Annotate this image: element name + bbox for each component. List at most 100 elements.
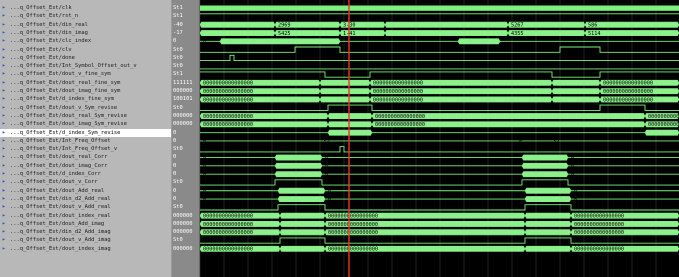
- bus-value-label: 0000000000: [648, 122, 679, 128]
- signal-value: 000000: [173, 220, 193, 227]
- signal-row[interactable]: ▸ ...q_Offset_Est/din_d2_Add_imag: [0, 228, 171, 236]
- bus-value-label: 0000000000000000: [574, 214, 624, 220]
- signal-expand-icon[interactable]: ▸: [2, 88, 7, 94]
- signal-row[interactable]: ▸ ...q_Offset_Est/dout_real_Corr: [0, 153, 171, 161]
- signal-row[interactable]: ▸ ...q_Offset_Est/dout_v_fine_sym: [0, 70, 171, 78]
- bus-value-label: 4355: [511, 31, 524, 37]
- signal-row[interactable]: ▸ ...q_Offset_Est/din_d2_Add_real: [0, 195, 171, 203]
- signal-expand-icon[interactable]: ▸: [2, 112, 7, 118]
- signal-expand-icon[interactable]: ▸: [2, 179, 7, 185]
- bus-value-label: 0000000000000000: [603, 89, 653, 95]
- signal-row[interactable]: ▸ ...q_Offset_Est/dout_index_real: [0, 212, 171, 220]
- bus-value-label: 0: [574, 189, 577, 195]
- signal-expand-icon[interactable]: ▸: [2, 38, 7, 44]
- signal-expand-icon[interactable]: ▸: [2, 129, 7, 135]
- signal-expand-icon[interactable]: ▸: [2, 137, 7, 143]
- signal-row[interactable]: ▸ ...q_Offset_Est/clv: [0, 46, 171, 54]
- signal-row[interactable]: ▸ ...q_Offset_Est/dout_v_Add_real: [0, 203, 171, 211]
- signal-row[interactable]: ▸ ...q_Offset_Est/d_index_Corr: [0, 170, 171, 178]
- signal-expand-icon[interactable]: ▸: [2, 29, 7, 35]
- signal-value: St1: [173, 13, 183, 20]
- signal-expand-icon[interactable]: ▸: [2, 54, 7, 60]
- signal-expand-icon[interactable]: ▸: [2, 13, 7, 19]
- signal-expand-icon[interactable]: ▸: [2, 71, 7, 77]
- signal-value: St0: [173, 104, 183, 111]
- signal-name: ...q_Offset_Est/din_d2_Add_real: [10, 195, 111, 202]
- bus-value-label: 0000000000000000: [328, 222, 378, 228]
- signal-expand-icon[interactable]: ▸: [2, 204, 7, 210]
- bus-value-label: 0: [203, 197, 206, 203]
- waveform-segment: [274, 154, 323, 161]
- waveform-segment: [524, 187, 572, 194]
- signal-expand-icon[interactable]: ▸: [2, 21, 7, 27]
- signal-row[interactable]: ▸ ...q_Offset_Est/d_index_fine_sym: [0, 95, 171, 103]
- signal-expand-icon[interactable]: ▸: [2, 187, 7, 193]
- signal-row[interactable]: ▸ ...q_Offset_Est/dout_Add_real: [0, 187, 171, 195]
- bus-value-label: 0: [519, 139, 522, 145]
- signal-value: St0: [173, 54, 183, 61]
- signal-row[interactable]: ▸ ...q_Offset_Est/dout_v_Sym_revise: [0, 104, 171, 112]
- signal-row[interactable]: ▸ ...q_Offset_Est/dout_v_Corr: [0, 178, 171, 186]
- signal-expand-icon[interactable]: ▸: [2, 96, 7, 102]
- signal-row[interactable]: ▸ ...q_Offset_Est/Int_Freq_Offset_v: [0, 145, 171, 153]
- signal-expand-icon[interactable]: ▸: [2, 237, 7, 243]
- signal-row[interactable]: ▸ ...q_Offset_Est/dout_index_imag: [0, 245, 171, 253]
- signal-expand-icon[interactable]: ▸: [2, 171, 7, 177]
- signal-expand-icon[interactable]: ▸: [2, 46, 7, 52]
- signal-row[interactable]: ▸ ...q_Offset_Est/rst_n: [0, 12, 171, 20]
- signal-name: ...q_Offset_Est/Int_Symbol_Offset_out_v: [10, 63, 137, 70]
- signal-name: ...q_Offset_Est/dout_real_Corr: [10, 154, 108, 161]
- signal-value: 0: [173, 195, 177, 202]
- waveform-segment: [319, 96, 371, 103]
- signal-row[interactable]: ▸ ...q_Offset_Est/dout_real_Sym_revise: [0, 112, 171, 120]
- signal-expand-icon[interactable]: ▸: [2, 245, 7, 251]
- signal-expand-icon[interactable]: ▸: [2, 229, 7, 235]
- signal-expand-icon[interactable]: ▸: [2, 154, 7, 160]
- signal-row[interactable]: ▸ ...q_Offset_Est/dout_real_fine_sym: [0, 79, 171, 87]
- waveform-segment: [551, 96, 601, 103]
- signal-value-pane: St1 St1 -40 -17 0 St0 St0 St0 St1 111111 000000 100…: [172, 0, 200, 277]
- waveform-pane[interactable]: 29693-30526758654251-4143555114000000000…: [200, 0, 679, 277]
- signal-row[interactable]: ▸ ...q_Offset_Est/Int_Freq_Offset: [0, 137, 171, 145]
- signal-expand-icon[interactable]: ▸: [2, 212, 7, 218]
- signal-value: 111111: [173, 79, 193, 86]
- signal-name: ...q_Offset_Est/dout_v_Corr: [10, 179, 98, 186]
- signal-row[interactable]: ▸ ...q_Offset_Est/dout_imag_Sym_revise: [0, 120, 171, 128]
- waveform-segment: [200, 30, 276, 37]
- signal-expand-icon[interactable]: ▸: [2, 146, 7, 152]
- signal-row[interactable]: ▸ ...q_Offset_Est/dout_v_Add_imag: [0, 236, 171, 244]
- signal-name: ...q_Offset_Est/clv: [10, 46, 72, 53]
- waveform-canvas[interactable]: 29693-30526758654251-4143555114000000000…: [200, 0, 679, 277]
- waveform-segment: [219, 38, 341, 45]
- signal-value: -40: [173, 21, 183, 28]
- signal-row[interactable]: ▸ ...q_Offset_Est/din_imag: [0, 29, 171, 37]
- signal-name: ...q_Offset_Est/clc_index: [10, 38, 92, 45]
- signal-row[interactable]: ▸ ...q_Offset_Est/dout_imag_fine_sym: [0, 87, 171, 95]
- signal-row[interactable]: ▸ ...q_Offset_Est/Int_Symbol_Offset_out_v: [0, 62, 171, 70]
- signal-name: ...q_Offset_Est/d_index_Corr: [10, 171, 101, 177]
- signal-row[interactable]: ▸ ...q_Offset_Est/dout_imag_Corr: [0, 162, 171, 170]
- signal-expand-icon[interactable]: ▸: [2, 63, 7, 69]
- signal-expand-icon[interactable]: ▸: [2, 104, 7, 110]
- bus-value-label: 0: [203, 164, 206, 170]
- signal-name: ...q_Offset_Est/clk: [10, 5, 72, 11]
- signal-name: ...q_Offset_Est/dout_real_Sym_revise: [10, 112, 127, 119]
- signal-row[interactable]: ▸ ...q_Offset_Est/dout_Add_imag: [0, 220, 171, 228]
- signal-value: 0: [173, 154, 177, 161]
- signal-row[interactable]: ▸ ...q_Offset_Est/clc_index: [0, 37, 171, 45]
- signal-row[interactable]: ▸ ...q_Offset_Est/done: [0, 54, 171, 62]
- signal-expand-icon[interactable]: ▸: [2, 5, 7, 11]
- signal-expand-icon[interactable]: ▸: [2, 220, 7, 226]
- signal-expand-icon[interactable]: ▸: [2, 121, 7, 127]
- waveform-segment: [524, 196, 572, 202]
- signal-value: 0: [173, 171, 177, 177]
- signal-value: 000000: [173, 112, 193, 119]
- signal-expand-icon[interactable]: ▸: [2, 79, 7, 85]
- signal-expand-icon[interactable]: ▸: [2, 195, 7, 201]
- signal-value: St0: [173, 46, 183, 53]
- signal-row[interactable]: ▸ ...q_Offset_Est/d_index_Sym_revise: [0, 128, 171, 137]
- signal-row[interactable]: ▸ ...q_Offset_Est/din_real: [0, 21, 171, 29]
- signal-expand-icon[interactable]: ▸: [2, 162, 7, 168]
- signal-row[interactable]: ▸ ...q_Offset_Est/clk: [0, 4, 171, 12]
- bus-value-label: 0000000000000000: [203, 247, 253, 253]
